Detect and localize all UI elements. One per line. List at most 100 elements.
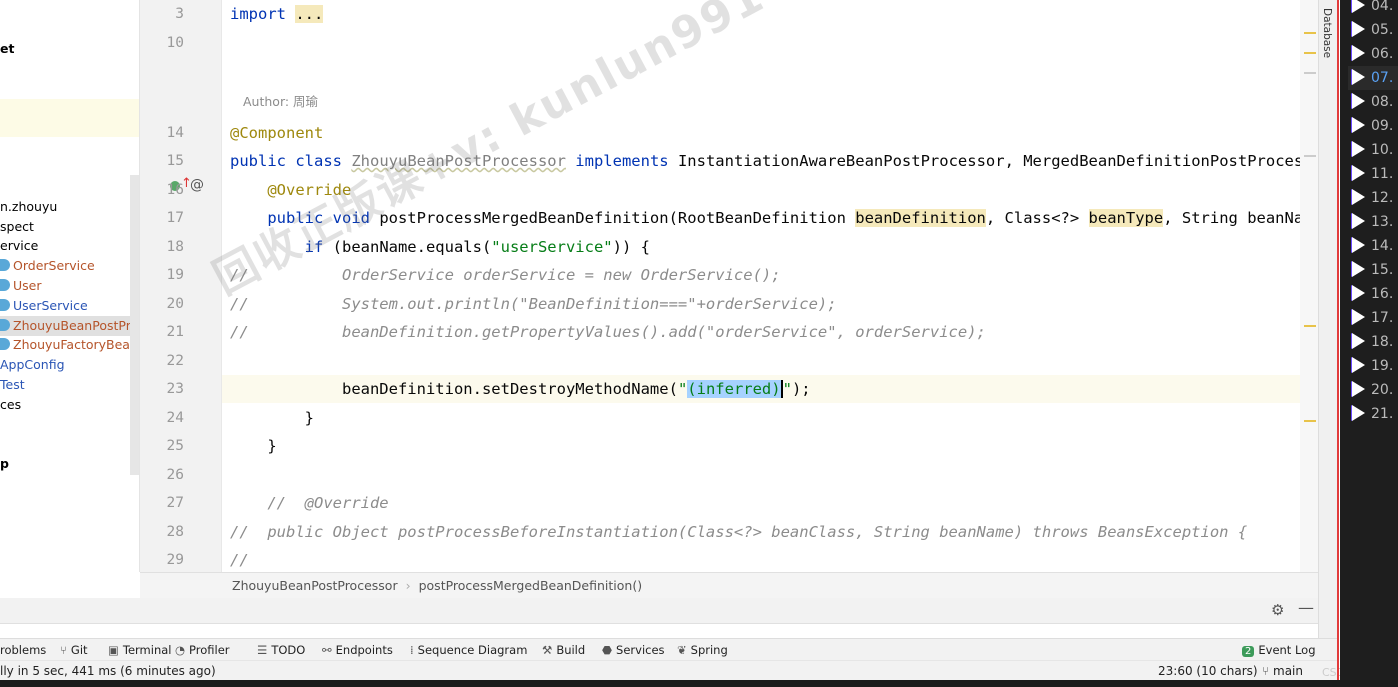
playlist-item[interactable]: 05.	[1352, 18, 1393, 42]
playlist-item[interactable]: 18.	[1352, 330, 1393, 354]
tool-tab-todo[interactable]: ☰ TODO	[257, 639, 305, 661]
playlist-item[interactable]: 15.	[1352, 258, 1393, 282]
playlist-item[interactable]: 16.	[1352, 282, 1393, 306]
playlist-item[interactable]: 07.	[1348, 66, 1398, 90]
line-number: 23	[166, 381, 184, 397]
video-playlist: 04. 05. 06. 07. 08. 09. 10. 11. 12. 13. 14. 15. 16. 1…	[1340, 0, 1398, 687]
play-icon	[1352, 381, 1365, 397]
tool-tab-endpoints[interactable]: ⚯ Endpoints	[322, 639, 393, 661]
code-token: beanDefinition	[855, 209, 986, 227]
tool-tab-terminal[interactable]: ▣ Terminal	[108, 639, 171, 661]
code-token: (inferred)	[687, 380, 783, 398]
play-icon	[1352, 213, 1365, 229]
playlist-item-label: 09.	[1371, 118, 1394, 134]
editor-scrollbar[interactable]	[1300, 0, 1318, 572]
project-scrollbar[interactable]	[130, 175, 139, 475]
playlist-item-label: 20.	[1371, 382, 1394, 398]
playlist-item-label: 07.	[1371, 70, 1394, 86]
code-line: import ...	[222, 0, 1318, 28]
play-icon	[1352, 141, 1365, 157]
line-number: 22	[166, 352, 184, 369]
playlist-item[interactable]: 04.	[1352, 0, 1393, 18]
project-tree-item[interactable]: et	[0, 39, 14, 59]
project-tree-item[interactable]: n.zhouyu	[0, 197, 57, 217]
playlist-item[interactable]: 20.	[1352, 378, 1393, 402]
code-line: beanDefinition.setDestroyMethodName("(in…	[222, 375, 1318, 403]
tool-tab-icon: ☰	[257, 643, 268, 657]
gear-icon[interactable]: ⚙	[1271, 601, 1284, 619]
caret-position[interactable]: 23:60 (10 chars)	[1158, 661, 1258, 681]
status-message: lly in 5 sec, 441 ms (6 minutes ago)	[0, 664, 216, 678]
tool-tab-roblems[interactable]: roblems	[0, 639, 46, 661]
project-tree-item[interactable]: spect	[0, 217, 34, 237]
code-token: "	[782, 380, 792, 398]
tool-tab-spring[interactable]: ❦ Spring	[677, 639, 728, 661]
minimize-icon[interactable]: —	[1298, 598, 1314, 617]
tool-tab-sequence-diagram[interactable]: ⁞ Sequence Diagram	[410, 639, 527, 661]
project-tree-item[interactable]: ervice	[0, 236, 38, 256]
playlist-item[interactable]: 14.	[1352, 234, 1393, 258]
project-tree-item[interactable]: AppConfig	[0, 355, 65, 375]
playlist-item[interactable]: 12.	[1352, 186, 1393, 210]
breadcrumb-method[interactable]: postProcessMergedBeanDefinition()	[419, 578, 643, 593]
event-log-badge: 2	[1242, 646, 1255, 657]
code-token: //	[230, 551, 249, 569]
annotation-at-icon[interactable]: @	[190, 177, 204, 193]
playlist-item[interactable]: 17.	[1352, 306, 1393, 330]
code-token: InstantiationAwareBeanPostProcessor, Mer…	[677, 152, 1304, 170]
playlist-item[interactable]: 19.	[1352, 354, 1393, 378]
line-number: 26	[166, 466, 184, 483]
line-number: 18	[166, 238, 184, 255]
project-tree-item[interactable]: ZhouyuFactoryBean	[0, 335, 138, 355]
code-token: , String beanNa	[1163, 209, 1304, 227]
playlist-item[interactable]: 21.	[1352, 402, 1393, 426]
playlist-item-label: 21.	[1371, 406, 1394, 422]
code-token: ...	[295, 5, 324, 23]
code-token: // @Override	[230, 494, 389, 512]
playlist-item-label: 08.	[1371, 94, 1394, 110]
playlist-item[interactable]: 10.	[1352, 138, 1393, 162]
code-token: if	[230, 237, 333, 256]
project-tree-item[interactable]: UserService	[0, 296, 88, 316]
code-line: // OrderService orderService = new Order…	[222, 261, 1318, 289]
project-tree-item[interactable]: p	[0, 454, 9, 474]
playlist-item[interactable]: 08.	[1352, 90, 1393, 114]
project-tree-item[interactable]: OrderService	[0, 256, 95, 276]
playlist-item[interactable]: 13.	[1352, 210, 1393, 234]
class-icon	[0, 299, 10, 311]
playlist-item[interactable]: 09.	[1352, 114, 1393, 138]
playlist-item-label: 12.	[1371, 190, 1394, 206]
git-branch[interactable]: ⑂ main	[1262, 661, 1303, 681]
project-tree-item[interactable]: ZhouyuBeanPostProce	[0, 316, 140, 336]
project-tree-item[interactable]: User	[0, 276, 42, 296]
playlist-item-label: 10.	[1371, 142, 1394, 158]
tool-tab-build[interactable]: ⚒ Build	[542, 639, 585, 661]
tool-tab-icon: ⑂	[60, 643, 67, 657]
play-icon	[1352, 357, 1365, 373]
tool-tab-git[interactable]: ⑂ Git	[60, 639, 88, 661]
breadcrumb-class[interactable]: ZhouyuBeanPostProcessor	[232, 578, 398, 593]
project-tree-label: UserService	[13, 298, 88, 313]
code-editor[interactable]: import ... Author: 周瑜 @Component public cla…	[222, 0, 1318, 572]
tool-tab-label: Spring	[690, 643, 728, 657]
play-icon	[1352, 333, 1365, 349]
tool-tab-label: Terminal	[122, 643, 172, 657]
playlist-item-label: 16.	[1371, 286, 1394, 302]
breadcrumb: ZhouyuBeanPostProcessor › postProcessMerge…	[140, 572, 1318, 598]
line-number: 21	[166, 324, 184, 340]
project-tree-label: User	[13, 278, 42, 293]
play-icon	[1352, 285, 1365, 301]
project-tree-item[interactable]: Test	[0, 375, 25, 395]
code-line: @Component	[222, 119, 1318, 147]
playlist-item[interactable]: 11.	[1352, 162, 1393, 186]
tool-tab-profiler[interactable]: ◔ Profiler	[175, 639, 230, 661]
database-tab[interactable]: Database	[1318, 0, 1337, 640]
project-tree-item[interactable]: ces	[0, 395, 21, 415]
code-token: // System.out.println("BeanDefinition===…	[230, 294, 837, 313]
project-tree-label: ZhouyuBeanPostProce	[13, 318, 140, 333]
line-number: 14	[166, 124, 184, 141]
playlist-item[interactable]: 06.	[1352, 42, 1393, 66]
tool-tab-services[interactable]: ⬣ Services	[602, 639, 665, 661]
code-token: postProcessMergedBeanDefinition(RootBean…	[379, 209, 856, 227]
